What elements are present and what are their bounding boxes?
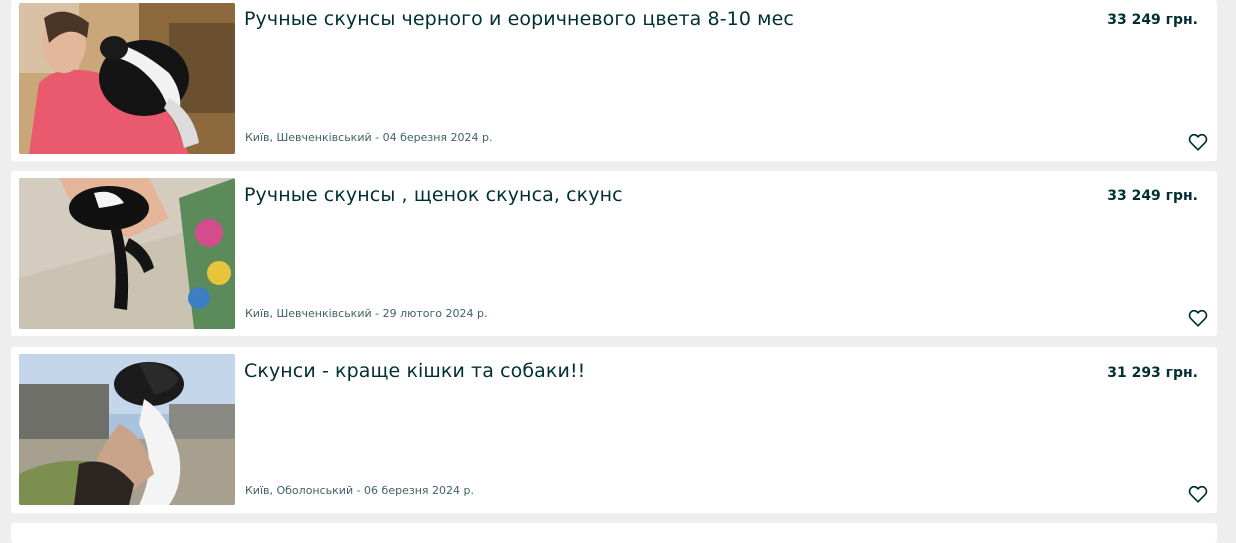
listing-card[interactable]: Скунси - краще кішки та собаки!! 31 293 … [11,347,1217,513]
listing-photo[interactable] [19,3,235,154]
listing-title[interactable]: Скунси - краще кішки та собаки!! [244,358,585,384]
listing-location-date: Київ, Шевченківський - 04 березня 2024 р… [245,131,493,144]
heart-outline-icon [1188,133,1208,151]
listing-card-partial[interactable] [11,523,1217,543]
listing-price: 33 249 грн. [1107,12,1198,28]
listing-photo[interactable] [19,354,235,505]
skunk-photo-image [19,178,235,329]
listing-results: Ручные скунсы черного и еоричневого цвет… [0,0,1236,543]
favorite-button[interactable] [1188,133,1208,151]
heart-outline-icon [1188,309,1208,327]
favorite-button[interactable] [1188,485,1208,503]
skunk-photo-image [19,354,235,505]
listing-location-date: Київ, Оболонський - 06 березня 2024 р. [245,484,474,497]
heart-outline-icon [1188,485,1208,503]
listing-location-date: Київ, Шевченківський - 29 лютого 2024 р. [245,307,488,320]
listing-title[interactable]: Ручные скунсы черного и еоричневого цвет… [244,6,794,32]
listing-photo[interactable] [19,178,235,329]
listing-card[interactable]: Ручные скунсы черного и еоричневого цвет… [11,0,1217,161]
listing-title[interactable]: Ручные скунсы , щенок скунса, скунс [244,182,623,208]
skunk-photo-image [19,3,235,154]
listing-price: 31 293 грн. [1107,365,1198,381]
favorite-button[interactable] [1188,309,1208,327]
listing-price: 33 249 грн. [1107,188,1198,204]
listing-card[interactable]: Ручные скунсы , щенок скунса, скунс 33 2… [11,171,1217,336]
